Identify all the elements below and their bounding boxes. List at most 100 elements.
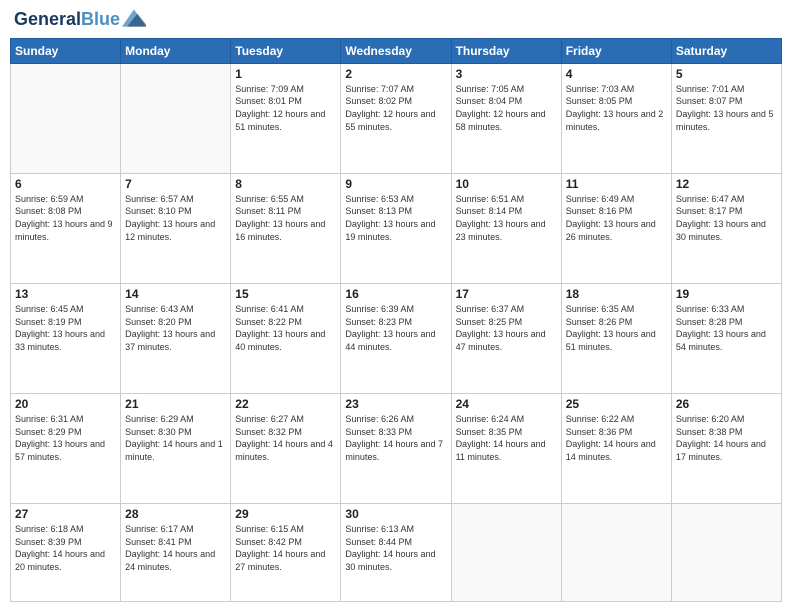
calendar-day-cell: 4 Sunrise: 7:03 AM Sunset: 8:05 PM Daylig… <box>561 63 671 173</box>
day-number: 10 <box>456 177 557 191</box>
day-info: Sunrise: 6:35 AM Sunset: 8:26 PM Dayligh… <box>566 303 667 353</box>
day-number: 14 <box>125 287 226 301</box>
day-number: 20 <box>15 397 116 411</box>
day-number: 17 <box>456 287 557 301</box>
day-number: 13 <box>15 287 116 301</box>
day-info: Sunrise: 6:29 AM Sunset: 8:30 PM Dayligh… <box>125 413 226 463</box>
weekday-header-cell: Monday <box>121 38 231 63</box>
calendar-day-cell: 9 Sunrise: 6:53 AM Sunset: 8:13 PM Daylig… <box>341 173 451 283</box>
calendar-day-cell <box>671 504 781 602</box>
day-number: 9 <box>345 177 446 191</box>
weekday-header-cell: Wednesday <box>341 38 451 63</box>
weekday-header-cell: Thursday <box>451 38 561 63</box>
day-info: Sunrise: 6:43 AM Sunset: 8:20 PM Dayligh… <box>125 303 226 353</box>
day-info: Sunrise: 6:15 AM Sunset: 8:42 PM Dayligh… <box>235 523 336 573</box>
logo-text: GeneralBlue <box>14 10 120 30</box>
day-number: 21 <box>125 397 226 411</box>
calendar-body: 1 Sunrise: 7:09 AM Sunset: 8:01 PM Daylig… <box>11 63 782 601</box>
calendar-day-cell: 26 Sunrise: 6:20 AM Sunset: 8:38 PM Dayli… <box>671 394 781 504</box>
day-info: Sunrise: 6:59 AM Sunset: 8:08 PM Dayligh… <box>15 193 116 243</box>
calendar-day-cell: 15 Sunrise: 6:41 AM Sunset: 8:22 PM Dayli… <box>231 283 341 393</box>
day-info: Sunrise: 6:33 AM Sunset: 8:28 PM Dayligh… <box>676 303 777 353</box>
day-info: Sunrise: 6:41 AM Sunset: 8:22 PM Dayligh… <box>235 303 336 353</box>
calendar-day-cell: 24 Sunrise: 6:24 AM Sunset: 8:35 PM Dayli… <box>451 394 561 504</box>
day-info: Sunrise: 6:53 AM Sunset: 8:13 PM Dayligh… <box>345 193 446 243</box>
calendar-day-cell: 3Sunrise: 7:05 AM Sunset: 8:04 PM Daylig… <box>451 63 561 173</box>
calendar-day-cell: 6 Sunrise: 6:59 AM Sunset: 8:08 PM Daylig… <box>11 173 121 283</box>
calendar-day-cell <box>451 504 561 602</box>
calendar-day-cell: 23 Sunrise: 6:26 AM Sunset: 8:33 PM Dayli… <box>341 394 451 504</box>
weekday-header-cell: Friday <box>561 38 671 63</box>
day-number: 12 <box>676 177 777 191</box>
calendar-day-cell: 16 Sunrise: 6:39 AM Sunset: 8:23 PM Dayli… <box>341 283 451 393</box>
day-info: Sunrise: 6:51 AM Sunset: 8:14 PM Dayligh… <box>456 193 557 243</box>
day-number: 3 <box>456 67 557 81</box>
calendar-day-cell: 27Sunrise: 6:18 AM Sunset: 8:39 PM Dayli… <box>11 504 121 602</box>
calendar-day-cell: 13Sunrise: 6:45 AM Sunset: 8:19 PM Dayli… <box>11 283 121 393</box>
day-number: 18 <box>566 287 667 301</box>
calendar-day-cell: 20 Sunrise: 6:31 AM Sunset: 8:29 PM Dayli… <box>11 394 121 504</box>
day-number: 15 <box>235 287 336 301</box>
day-info: Sunrise: 7:01 AM Sunset: 8:07 PM Dayligh… <box>676 83 777 133</box>
day-number: 5 <box>676 67 777 81</box>
calendar-table: SundayMondayTuesdayWednesdayThursdayFrid… <box>10 38 782 602</box>
calendar-day-cell: 19Sunrise: 6:33 AM Sunset: 8:28 PM Dayli… <box>671 283 781 393</box>
day-info: Sunrise: 7:07 AM Sunset: 8:02 PM Dayligh… <box>345 83 446 133</box>
calendar-day-cell: 2 Sunrise: 7:07 AM Sunset: 8:02 PM Daylig… <box>341 63 451 173</box>
day-number: 29 <box>235 507 336 521</box>
day-info: Sunrise: 6:24 AM Sunset: 8:35 PM Dayligh… <box>456 413 557 463</box>
calendar-day-cell <box>11 63 121 173</box>
calendar-day-cell: 18 Sunrise: 6:35 AM Sunset: 8:26 PM Dayli… <box>561 283 671 393</box>
weekday-header-cell: Saturday <box>671 38 781 63</box>
day-number: 4 <box>566 67 667 81</box>
calendar-day-cell: 14 Sunrise: 6:43 AM Sunset: 8:20 PM Dayli… <box>121 283 231 393</box>
calendar-week-row: 27Sunrise: 6:18 AM Sunset: 8:39 PM Dayli… <box>11 504 782 602</box>
calendar-day-cell: 5 Sunrise: 7:01 AM Sunset: 8:07 PM Daylig… <box>671 63 781 173</box>
calendar-week-row: 6 Sunrise: 6:59 AM Sunset: 8:08 PM Daylig… <box>11 173 782 283</box>
calendar-day-cell: 1 Sunrise: 7:09 AM Sunset: 8:01 PM Daylig… <box>231 63 341 173</box>
day-number: 7 <box>125 177 226 191</box>
weekday-header-cell: Sunday <box>11 38 121 63</box>
day-info: Sunrise: 6:26 AM Sunset: 8:33 PM Dayligh… <box>345 413 446 463</box>
day-number: 6 <box>15 177 116 191</box>
day-info: Sunrise: 6:20 AM Sunset: 8:38 PM Dayligh… <box>676 413 777 463</box>
calendar-day-cell: 29 Sunrise: 6:15 AM Sunset: 8:42 PM Dayli… <box>231 504 341 602</box>
calendar-day-cell: 10 Sunrise: 6:51 AM Sunset: 8:14 PM Dayli… <box>451 173 561 283</box>
day-info: Sunrise: 6:17 AM Sunset: 8:41 PM Dayligh… <box>125 523 226 573</box>
day-info: Sunrise: 6:37 AM Sunset: 8:25 PM Dayligh… <box>456 303 557 353</box>
calendar-day-cell: 30Sunrise: 6:13 AM Sunset: 8:44 PM Dayli… <box>341 504 451 602</box>
calendar-week-row: 20 Sunrise: 6:31 AM Sunset: 8:29 PM Dayli… <box>11 394 782 504</box>
day-number: 2 <box>345 67 446 81</box>
day-info: Sunrise: 7:03 AM Sunset: 8:05 PM Dayligh… <box>566 83 667 133</box>
day-info: Sunrise: 6:55 AM Sunset: 8:11 PM Dayligh… <box>235 193 336 243</box>
day-number: 26 <box>676 397 777 411</box>
logo-icon <box>122 9 146 27</box>
calendar-day-cell: 12 Sunrise: 6:47 AM Sunset: 8:17 PM Dayli… <box>671 173 781 283</box>
calendar-day-cell: 22Sunrise: 6:27 AM Sunset: 8:32 PM Dayli… <box>231 394 341 504</box>
header: GeneralBlue <box>10 10 782 30</box>
day-number: 25 <box>566 397 667 411</box>
day-info: Sunrise: 6:47 AM Sunset: 8:17 PM Dayligh… <box>676 193 777 243</box>
day-number: 23 <box>345 397 446 411</box>
day-info: Sunrise: 6:13 AM Sunset: 8:44 PM Dayligh… <box>345 523 446 573</box>
calendar-day-cell: 28Sunrise: 6:17 AM Sunset: 8:41 PM Dayli… <box>121 504 231 602</box>
day-number: 16 <box>345 287 446 301</box>
logo: GeneralBlue <box>14 10 146 30</box>
weekday-header-row: SundayMondayTuesdayWednesdayThursdayFrid… <box>11 38 782 63</box>
day-info: Sunrise: 6:57 AM Sunset: 8:10 PM Dayligh… <box>125 193 226 243</box>
day-info: Sunrise: 7:09 AM Sunset: 8:01 PM Dayligh… <box>235 83 336 133</box>
calendar-day-cell: 21 Sunrise: 6:29 AM Sunset: 8:30 PM Dayli… <box>121 394 231 504</box>
calendar-week-row: 1 Sunrise: 7:09 AM Sunset: 8:01 PM Daylig… <box>11 63 782 173</box>
calendar-day-cell: 8Sunrise: 6:55 AM Sunset: 8:11 PM Daylig… <box>231 173 341 283</box>
day-info: Sunrise: 6:39 AM Sunset: 8:23 PM Dayligh… <box>345 303 446 353</box>
day-number: 24 <box>456 397 557 411</box>
day-info: Sunrise: 6:31 AM Sunset: 8:29 PM Dayligh… <box>15 413 116 463</box>
calendar-day-cell: 25Sunrise: 6:22 AM Sunset: 8:36 PM Dayli… <box>561 394 671 504</box>
day-info: Sunrise: 6:49 AM Sunset: 8:16 PM Dayligh… <box>566 193 667 243</box>
page: GeneralBlue SundayMondayTuesdayWednesday… <box>0 0 792 612</box>
day-number: 11 <box>566 177 667 191</box>
day-info: Sunrise: 6:27 AM Sunset: 8:32 PM Dayligh… <box>235 413 336 463</box>
calendar-day-cell <box>561 504 671 602</box>
day-number: 27 <box>15 507 116 521</box>
day-number: 1 <box>235 67 336 81</box>
